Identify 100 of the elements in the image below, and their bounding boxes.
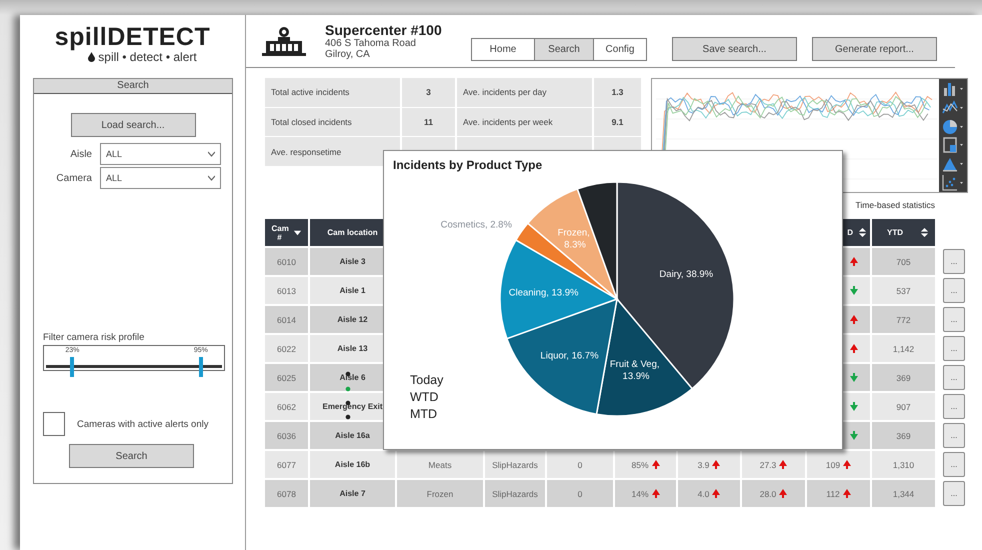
table-cell: Emergency Exit (322, 402, 383, 411)
table-cell: Aisle 16a (335, 431, 370, 440)
table-cell: 6062 (277, 402, 296, 412)
table-cell: 6078 (277, 488, 296, 498)
slider-label: Filter camera risk profile (43, 332, 146, 343)
table-cell: 0 (578, 460, 582, 470)
stat-value: 9.1 (594, 108, 641, 136)
stat-label: Ave. incidents per day (457, 78, 592, 107)
slice-label: Frozen, 8.3% (558, 227, 590, 250)
table-cell: Aisle 13 (337, 344, 368, 353)
table-cell: 4.0 (698, 488, 710, 498)
stat-value: 11 (402, 108, 455, 136)
drop-icon (88, 52, 96, 62)
stat-label: Total active incidents (265, 78, 400, 107)
stat-value: 1.3 (594, 78, 641, 107)
table-cell: 109 (826, 460, 840, 470)
store-name: Supercenter #100 (325, 22, 443, 38)
pie-chart-icon[interactable] (942, 118, 964, 135)
row-menu-button[interactable]: ... (943, 365, 965, 390)
logo-tagline: spill • detect • alert (98, 50, 197, 64)
period-option[interactable]: MTD (410, 406, 444, 423)
slice-label: Liquor, 16.7% (540, 350, 599, 362)
stat-value: 3 (402, 78, 455, 107)
logo-text: spillDETECT (54, 24, 210, 50)
column-header[interactable]: Cam location (327, 228, 378, 237)
sort-icon[interactable] (920, 227, 929, 238)
table-cell: 28.0 (760, 488, 776, 498)
slice-label: Dairy, 38.9% (659, 268, 714, 280)
table-cell: Meats (428, 460, 452, 470)
dropdown-caret-icon[interactable] (208, 151, 215, 157)
table-cell: 6014 (277, 314, 296, 324)
sort-icon[interactable] (858, 227, 867, 238)
column-header[interactable]: D (847, 227, 867, 238)
row-menu-button[interactable]: ... (943, 452, 965, 477)
layout-icon[interactable] (942, 136, 964, 154)
table-cell: Aisle 3 (340, 257, 366, 266)
row-menu-button[interactable]: ... (943, 307, 965, 332)
action-button[interactable]: Generate report... (812, 37, 937, 61)
slider-thumb[interactable] (198, 357, 203, 377)
section-label: Time-based statistics (855, 200, 935, 210)
row-menu-button[interactable]: ... (943, 423, 965, 448)
table-cell: 0 (578, 488, 582, 498)
field-label: Aisle (69, 148, 93, 160)
table-cell: 112 (826, 488, 840, 498)
store-address: 406 S Tahoma Road (325, 38, 417, 49)
table-cell: 772 (896, 314, 911, 324)
table-cell: 14% (631, 488, 648, 498)
row-menu-button[interactable]: ... (943, 394, 965, 419)
slice-label: Cleaning, 13.9% (508, 287, 578, 298)
slice-label: Cosmetics, 2.8% (440, 220, 512, 231)
table-cell: Aisle 16b (334, 460, 370, 469)
table-cell: 6036 (277, 430, 296, 440)
scatter-chart-icon[interactable] (942, 174, 964, 192)
table-cell: 369 (896, 430, 911, 440)
stat-label: Total closed incidents (265, 108, 400, 136)
store-address: Gilroy, CA (325, 49, 371, 60)
store-building-icon (262, 26, 306, 56)
table-cell: Aisle 6 (340, 373, 366, 382)
table-cell: SlipHazards (492, 460, 538, 470)
slice-label: Fruit & Veg, 13.9% (610, 359, 660, 382)
nav-tab[interactable]: Search (534, 39, 593, 60)
table-cell: 537 (896, 286, 911, 296)
dropdown-field[interactable]: ALL (100, 143, 221, 165)
table-cell: SlipHazards (492, 488, 538, 498)
table-cell: 6025 (277, 372, 296, 382)
period-option[interactable]: WTD (410, 389, 444, 406)
table-cell: 369 (896, 372, 911, 382)
row-menu-button[interactable]: ... (943, 249, 965, 274)
table-cell: 6010 (277, 256, 296, 266)
slider-thumb[interactable] (70, 357, 74, 377)
table-cell: 907 (896, 402, 911, 412)
row-menu-button[interactable]: ... (943, 278, 965, 303)
table-cell: 1,310 (892, 460, 914, 470)
panel-title: Search (34, 79, 232, 94)
table-cell: 3.9 (698, 460, 710, 470)
load-search-button[interactable]: Load search... (70, 113, 196, 137)
action-button[interactable]: Save search... (672, 37, 797, 61)
row-menu-button[interactable]: ... (943, 336, 965, 361)
table-cell: 6077 (277, 460, 296, 470)
field-label: Camera (55, 172, 93, 184)
row-menu-button[interactable]: ... (943, 481, 965, 506)
chart-title: Incidents by Product Type (393, 158, 542, 172)
dropdown-field[interactable]: ALL (100, 167, 221, 189)
line-chart-icon[interactable] (942, 98, 964, 116)
table-cell: 1,142 (892, 344, 914, 354)
table-cell: 1,344 (892, 488, 914, 498)
table-cell: Aisle 7 (340, 489, 366, 498)
table-cell: 85% (631, 460, 648, 470)
checkbox-label: Cameras with active alerts only (77, 418, 208, 430)
checkbox[interactable] (43, 412, 65, 436)
table-cell: Frozen (426, 488, 454, 498)
table-cell: 705 (896, 256, 911, 266)
table-cell: 6013 (277, 286, 296, 296)
table-cell: Aisle 1 (340, 286, 366, 295)
stat-label: Ave. incidents per week (457, 108, 592, 136)
dropdown-caret-icon[interactable] (208, 175, 215, 181)
period-option[interactable]: Today (410, 372, 444, 389)
search-button[interactable]: Search (69, 444, 194, 468)
table-cell: 27.3 (760, 460, 776, 470)
table-cell: Aisle 12 (337, 315, 368, 324)
